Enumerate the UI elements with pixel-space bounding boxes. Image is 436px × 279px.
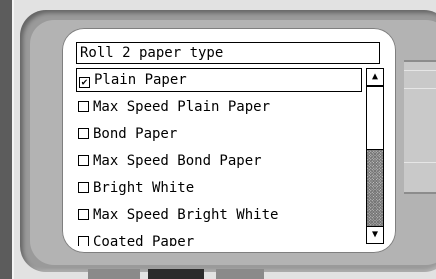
paper-type-label: Coated Paper	[93, 234, 195, 246]
hardware-button[interactable]	[148, 269, 204, 279]
checkbox-icon[interactable]	[78, 182, 89, 193]
bottom-button-strip	[88, 269, 388, 279]
checkbox-icon[interactable]	[78, 209, 89, 220]
scroll-up-arrow-icon[interactable]: ▲	[366, 68, 384, 86]
paper-type-list: ✔ Plain Paper Max Speed Plain Paper Bond Pa…	[76, 68, 364, 246]
paper-type-label: Max Speed Bond Paper	[93, 153, 262, 169]
checkbox-checked-icon[interactable]: ✔	[79, 77, 90, 88]
scroll-thumb[interactable]	[366, 86, 384, 150]
paper-type-item[interactable]: Coated Paper	[76, 230, 362, 246]
paper-type-label: Max Speed Bright White	[93, 207, 279, 223]
paper-type-item[interactable]: Max Speed Plain Paper	[76, 95, 362, 119]
checkbox-icon[interactable]	[78, 155, 89, 166]
paper-type-label: Plain Paper	[94, 72, 187, 88]
paper-type-item[interactable]: Max Speed Bright White	[76, 203, 362, 227]
panel-hinge	[404, 60, 436, 194]
paper-type-label: Max Speed Plain Paper	[93, 99, 271, 115]
left-frame-edge	[0, 0, 12, 279]
screen-title: Roll 2 paper type	[76, 42, 380, 64]
hardware-button[interactable]	[88, 269, 140, 279]
paper-type-label: Bond Paper	[93, 126, 178, 142]
checkbox-icon[interactable]	[78, 128, 89, 139]
paper-type-item[interactable]: Bright White	[76, 176, 362, 200]
paper-type-item[interactable]: Bond Paper	[76, 122, 362, 146]
hardware-button[interactable]	[216, 269, 264, 279]
paper-type-label: Bright White	[93, 180, 195, 196]
checkbox-icon[interactable]	[78, 101, 89, 112]
lcd-screen: Roll 2 paper type ✔ Plain Paper Max Speed …	[62, 28, 396, 253]
scrollbar[interactable]: ▲ ▼	[366, 68, 384, 244]
checkbox-icon[interactable]	[78, 236, 89, 246]
scroll-down-arrow-icon[interactable]: ▼	[366, 226, 384, 244]
paper-type-item[interactable]: ✔ Plain Paper	[76, 68, 362, 92]
paper-type-item[interactable]: Max Speed Bond Paper	[76, 149, 362, 173]
